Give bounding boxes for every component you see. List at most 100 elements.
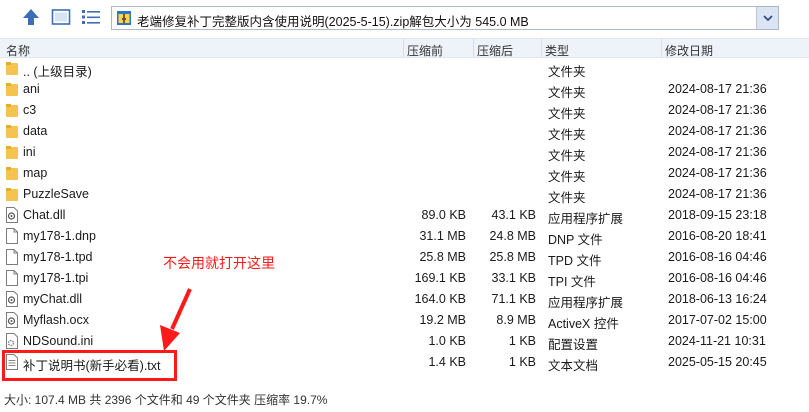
file-type: TPI 文件 — [548, 275, 596, 289]
file-type: 文件夹 — [548, 128, 586, 142]
folder-icon — [5, 123, 19, 139]
file-row[interactable]: map 文件夹 2024-08-17 21:36 — [0, 163, 809, 184]
file-row[interactable]: ani 文件夹 2024-08-17 21:36 — [0, 79, 809, 100]
file-icon — [5, 228, 19, 244]
folder-icon — [5, 81, 19, 97]
folder-icon — [5, 60, 19, 76]
file-name: my178-1.tpi — [23, 271, 89, 285]
column-header: 名称 压缩前 压缩后 类型 修改日期 — [0, 38, 809, 58]
file-modified-date: 2024-08-17 21:36 — [668, 145, 767, 159]
file-row[interactable]: Chat.dll 89.0 KB 43.1 KB 应用程序扩展 2018-09-15 2… — [0, 205, 809, 226]
chevron-down-icon[interactable] — [756, 7, 778, 29]
file-type: 应用程序扩展 — [548, 296, 624, 310]
folder-icon — [5, 165, 19, 181]
column-divider[interactable] — [403, 39, 404, 57]
file-packed-size: 24.8 MB — [489, 229, 536, 243]
file-row[interactable]: my178-1.dnp 31.1 MB 24.8 MB DNP 文件 2016-08-2… — [0, 226, 809, 247]
file-icon — [5, 249, 19, 265]
thumbnail-view-icon[interactable] — [50, 6, 72, 28]
file-modified-date: 2016-08-20 18:41 — [668, 229, 767, 243]
file-type: 文件夹 — [548, 170, 586, 184]
file-size: 31.1 MB — [419, 229, 466, 243]
address-text: 老端修复补丁完整版内含使用说明(2025-5-15).zip解包大小为 545.… — [137, 15, 529, 29]
up-arrow-icon[interactable] — [20, 6, 42, 28]
file-packed-size: 33.1 KB — [491, 271, 536, 285]
column-size[interactable]: 压缩前 — [407, 42, 443, 59]
file-modified-date: 2018-09-15 23:18 — [668, 208, 767, 222]
column-divider[interactable] — [661, 39, 662, 57]
status-bar: 大小: 107.4 MB 共 2396 个文件和 49 个文件夹 压缩率 19.… — [4, 393, 328, 407]
file-name: Chat.dll — [23, 208, 66, 222]
file-name: my178-1.dnp — [23, 229, 96, 243]
file-name: ini — [23, 145, 36, 159]
file-type: DNP 文件 — [548, 233, 603, 247]
file-modified-date: 2024-08-17 21:36 — [668, 82, 767, 96]
annotation-highlight-box — [2, 350, 177, 381]
file-packed-size: 1 KB — [508, 355, 536, 369]
file-packed-size: 71.1 KB — [491, 292, 536, 306]
folder-icon — [5, 186, 19, 202]
file-type: 文件夹 — [548, 65, 586, 79]
file-size: 19.2 MB — [419, 313, 466, 327]
file-modified-date: 2024-08-17 21:36 — [668, 124, 767, 138]
file-size: 169.1 KB — [414, 271, 466, 285]
file-row[interactable]: c3 文件夹 2024-08-17 21:36 — [0, 100, 809, 121]
file-modified-date: 2016-08-16 04:46 — [668, 250, 767, 264]
toolbar: 老端修复补丁完整版内含使用说明(2025-5-15).zip解包大小为 545.… — [0, 0, 809, 34]
file-type: 文件夹 — [548, 86, 586, 100]
file-modified-date: 2025-05-15 20:45 — [668, 355, 767, 369]
file-row[interactable]: PuzzleSave 文件夹 2024-08-17 21:36 — [0, 184, 809, 205]
file-row[interactable]: NDSound.ini 1.0 KB 1 KB 配置设置 2024-11-21 10:3… — [0, 331, 809, 352]
file-name: .. (上级目录) — [23, 65, 92, 79]
column-type[interactable]: 类型 — [545, 42, 569, 59]
file-list: .. (上级目录) 文件夹 ani 文件夹 2024-08-17 21:36 c3 文件夹 2… — [0, 58, 809, 373]
column-date[interactable]: 修改日期 — [665, 42, 713, 59]
file-name: myChat.dll — [23, 292, 83, 306]
file-row[interactable]: .. (上级目录) 文件夹 — [0, 58, 809, 79]
column-divider[interactable] — [473, 39, 474, 57]
file-modified-date: 2016-08-16 04:46 — [668, 271, 767, 285]
file-modified-date: 2024-08-17 21:36 — [668, 166, 767, 180]
dll-file-icon — [5, 207, 19, 223]
folder-icon — [5, 144, 19, 160]
dll-file-icon — [5, 291, 19, 307]
folder-icon — [5, 102, 19, 118]
file-type: 应用程序扩展 — [548, 212, 624, 226]
file-packed-size: 1 KB — [508, 334, 536, 348]
file-packed-size: 43.1 KB — [491, 208, 536, 222]
column-packed[interactable]: 压缩后 — [477, 42, 513, 59]
file-packed-size: 8.9 MB — [496, 313, 536, 327]
file-name: ani — [23, 82, 40, 96]
annotation-arrow-icon — [160, 288, 192, 351]
file-name: NDSound.ini — [23, 334, 94, 348]
file-row[interactable]: my178-1.tpd 25.8 MB 25.8 MB TPD 文件 2016-08-1… — [0, 247, 809, 268]
file-type: 文本文档 — [548, 359, 599, 373]
file-type: 配置设置 — [548, 338, 599, 352]
file-type: 文件夹 — [548, 191, 586, 205]
address-bar[interactable]: 老端修复补丁完整版内含使用说明(2025-5-15).zip解包大小为 545.… — [111, 6, 779, 30]
file-type: TPD 文件 — [548, 254, 602, 268]
file-name: my178-1.tpd — [23, 250, 93, 264]
file-modified-date: 2018-06-13 16:24 — [668, 292, 767, 306]
file-name: c3 — [23, 103, 37, 117]
file-name: data — [23, 124, 48, 138]
file-modified-date: 2024-08-17 21:36 — [668, 187, 767, 201]
file-packed-size: 25.8 MB — [489, 250, 536, 264]
ini-file-icon — [5, 333, 19, 349]
file-row[interactable]: myChat.dll 164.0 KB 71.1 KB 应用程序扩展 2018-06-1… — [0, 289, 809, 310]
column-name[interactable]: 名称 — [6, 42, 30, 59]
file-size: 89.0 KB — [421, 208, 466, 222]
file-type: ActiveX 控件 — [548, 317, 619, 331]
file-size: 164.0 KB — [414, 292, 466, 306]
details-view-icon[interactable] — [80, 6, 102, 28]
file-name: PuzzleSave — [23, 187, 90, 201]
file-row[interactable]: ini 文件夹 2024-08-17 21:36 — [0, 142, 809, 163]
dll-file-icon — [5, 312, 19, 328]
file-row[interactable]: data 文件夹 2024-08-17 21:36 — [0, 121, 809, 142]
file-row[interactable]: my178-1.tpi 169.1 KB 33.1 KB TPI 文件 2016-08-… — [0, 268, 809, 289]
file-icon — [5, 270, 19, 286]
column-divider[interactable] — [541, 39, 542, 57]
file-type: 文件夹 — [548, 149, 586, 163]
file-size: 1.4 KB — [428, 355, 466, 369]
file-row[interactable]: Myflash.ocx 19.2 MB 8.9 MB ActiveX 控件 2017-0… — [0, 310, 809, 331]
